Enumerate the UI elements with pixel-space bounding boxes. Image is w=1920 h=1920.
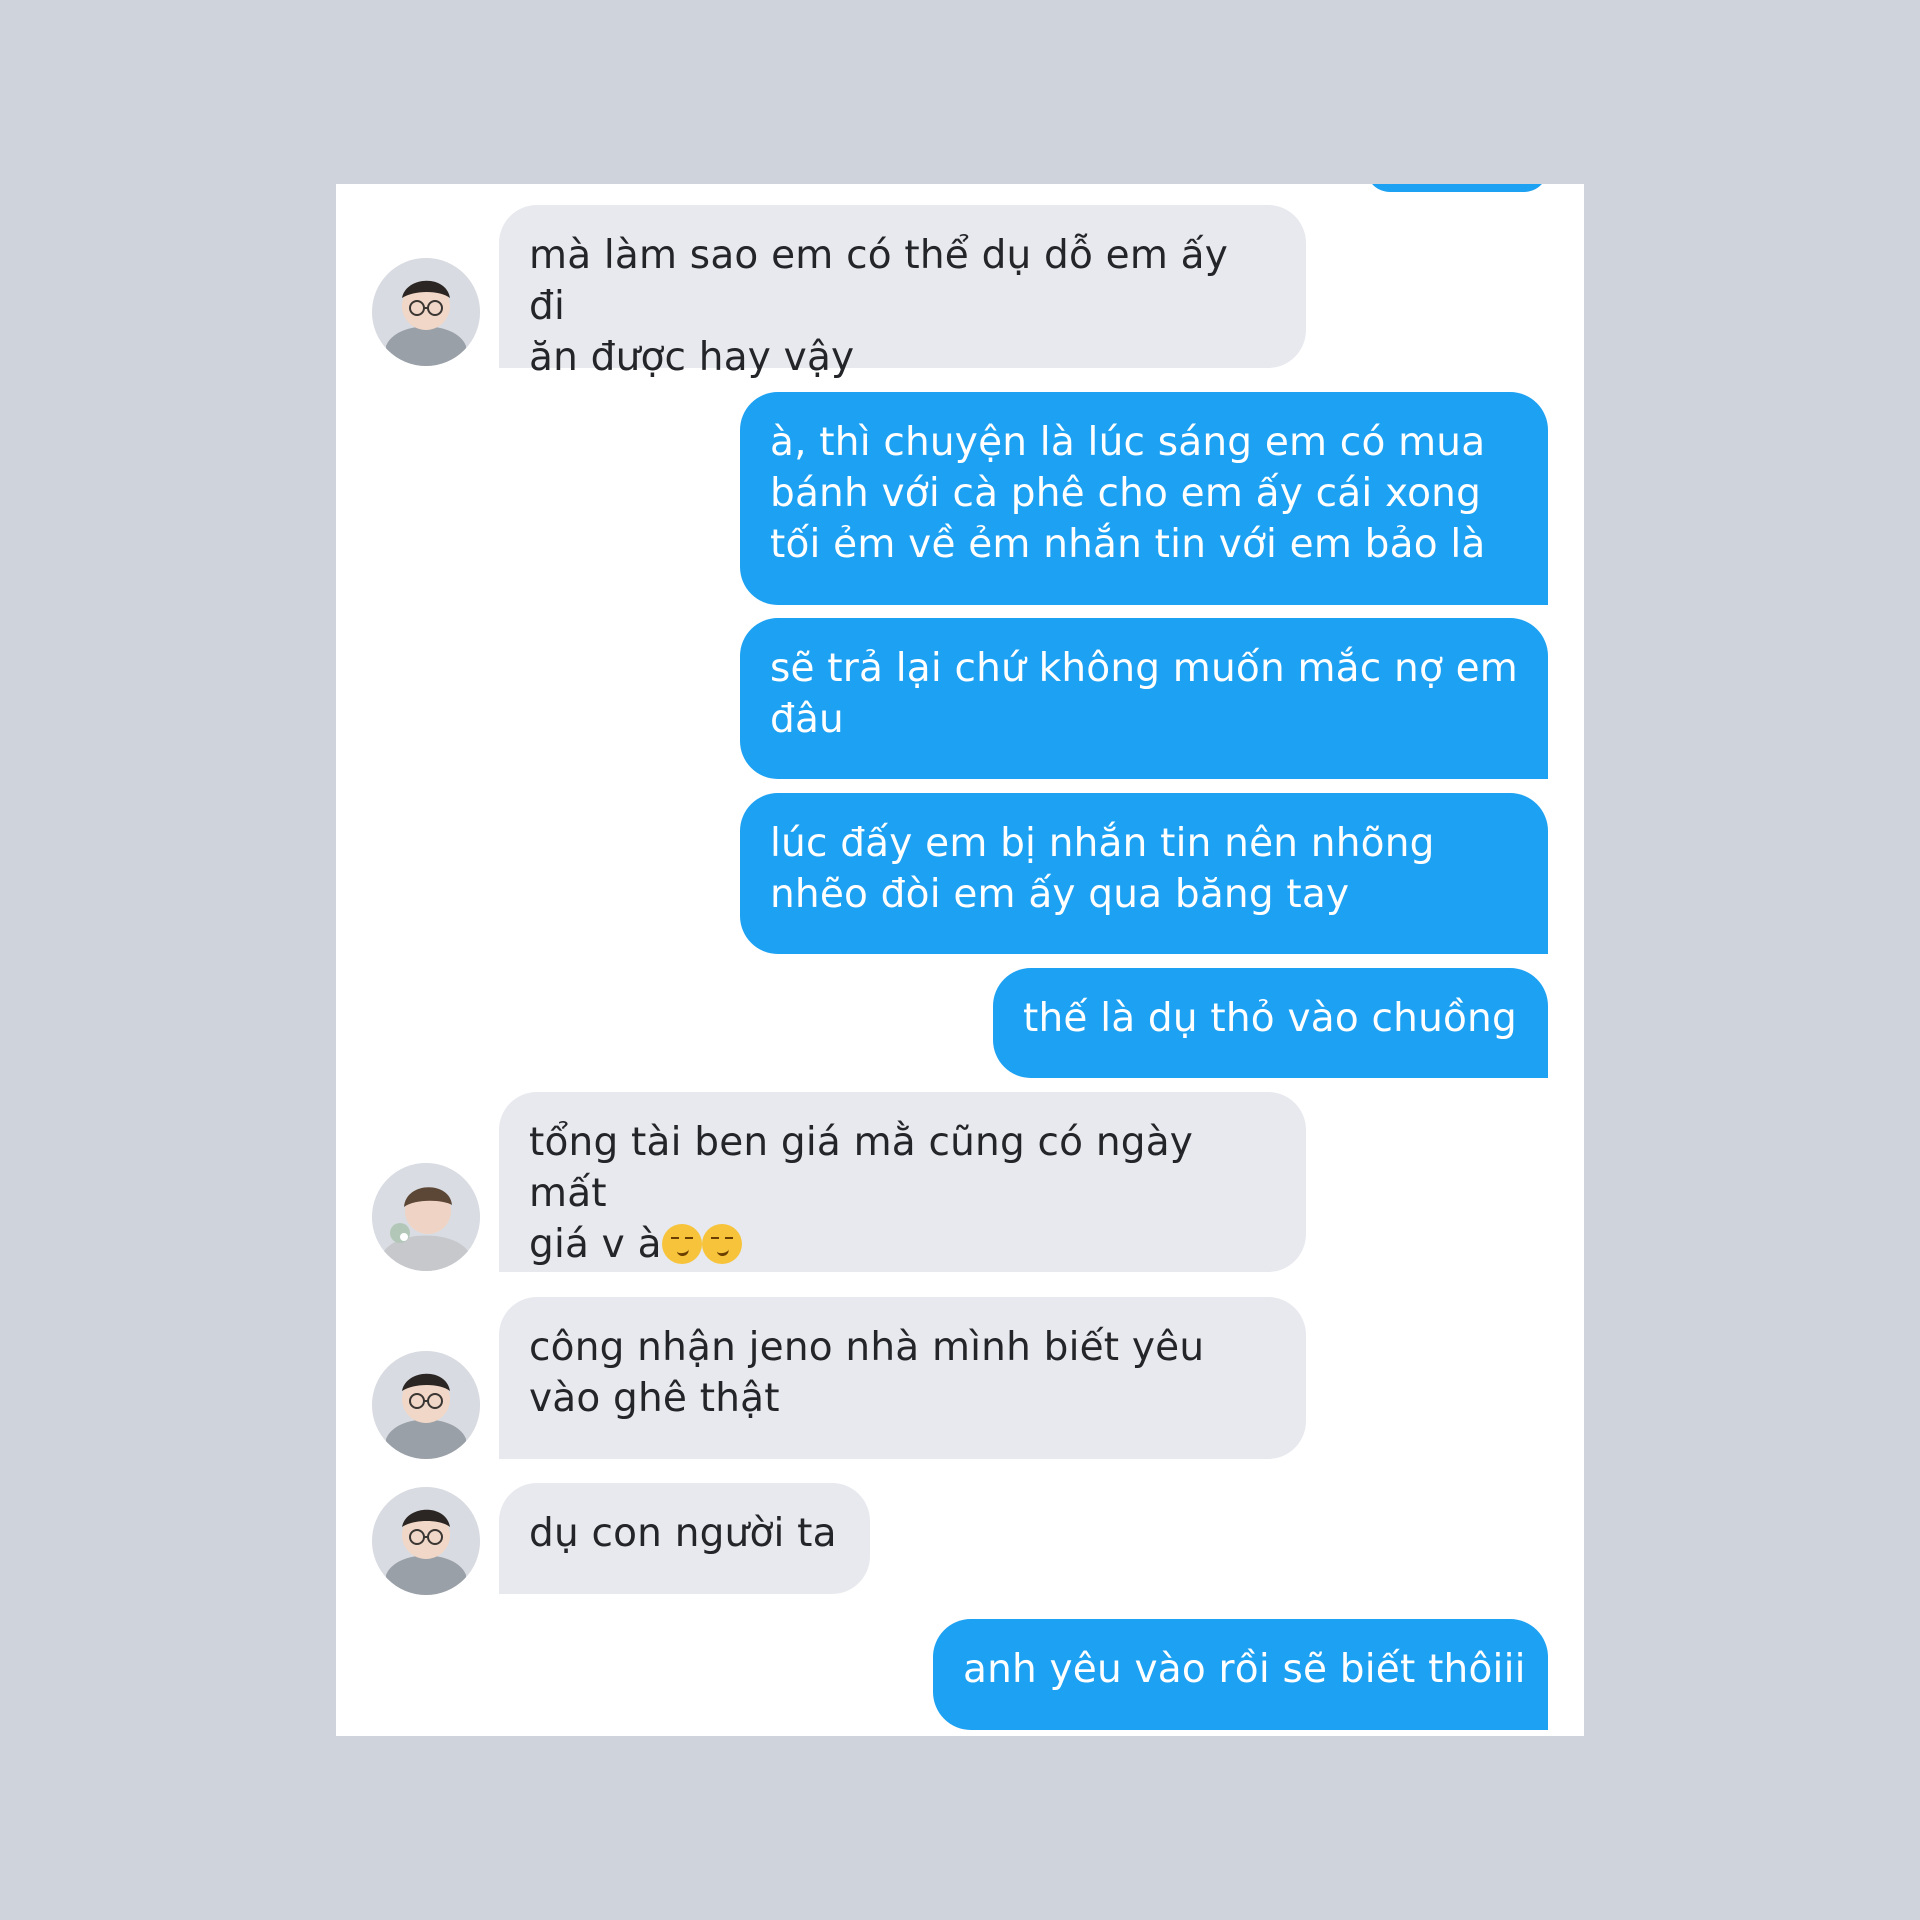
contact-avatar[interactable] — [372, 258, 480, 366]
message-received-3[interactable]: công nhận jeno nhà mình biết yêu vào ghê… — [499, 1297, 1306, 1459]
message-received-2[interactable]: tổng tài ben giá mằ cũng có ngày mất giá… — [499, 1092, 1306, 1272]
chat-thread: mà làm sao em có thể dụ dỗ em ấy đi ăn đ… — [336, 184, 1584, 1736]
smirking-face-emoji-icon — [701, 1224, 742, 1264]
message-sent-1[interactable]: à, thì chuyện là lúc sáng em có mua bánh… — [740, 392, 1548, 605]
contact-avatar[interactable] — [372, 1163, 480, 1271]
emoji-group — [661, 1219, 742, 1270]
message-received-1[interactable]: mà làm sao em có thể dụ dỗ em ấy đi ăn đ… — [499, 205, 1306, 380]
avatar-icon — [372, 1487, 480, 1595]
avatar-icon — [372, 1163, 480, 1271]
previous-message-cut-off — [1366, 184, 1548, 192]
message-sent-4[interactable]: thế là dụ thỏ vào chuồng — [993, 968, 1548, 1078]
contact-avatar[interactable] — [372, 1487, 480, 1595]
message-received-2-text: tổng tài ben giá mằ cũng có ngày mất giá… — [529, 1120, 1194, 1267]
avatar-icon — [372, 258, 480, 366]
smirking-face-emoji-icon — [661, 1224, 702, 1264]
message-sent-2[interactable]: sẽ trả lại chứ không muốn mắc nợ em đâu — [740, 618, 1548, 779]
avatar-icon — [372, 1351, 480, 1459]
message-sent-3[interactable]: lúc đấy em bị nhắn tin nên nhõng nhẽo đò… — [740, 793, 1548, 954]
contact-avatar[interactable] — [372, 1351, 480, 1459]
message-received-4[interactable]: dụ con người ta — [499, 1483, 870, 1594]
message-sent-5[interactable]: anh yêu vào rồi sẽ biết thôiii — [933, 1619, 1548, 1730]
